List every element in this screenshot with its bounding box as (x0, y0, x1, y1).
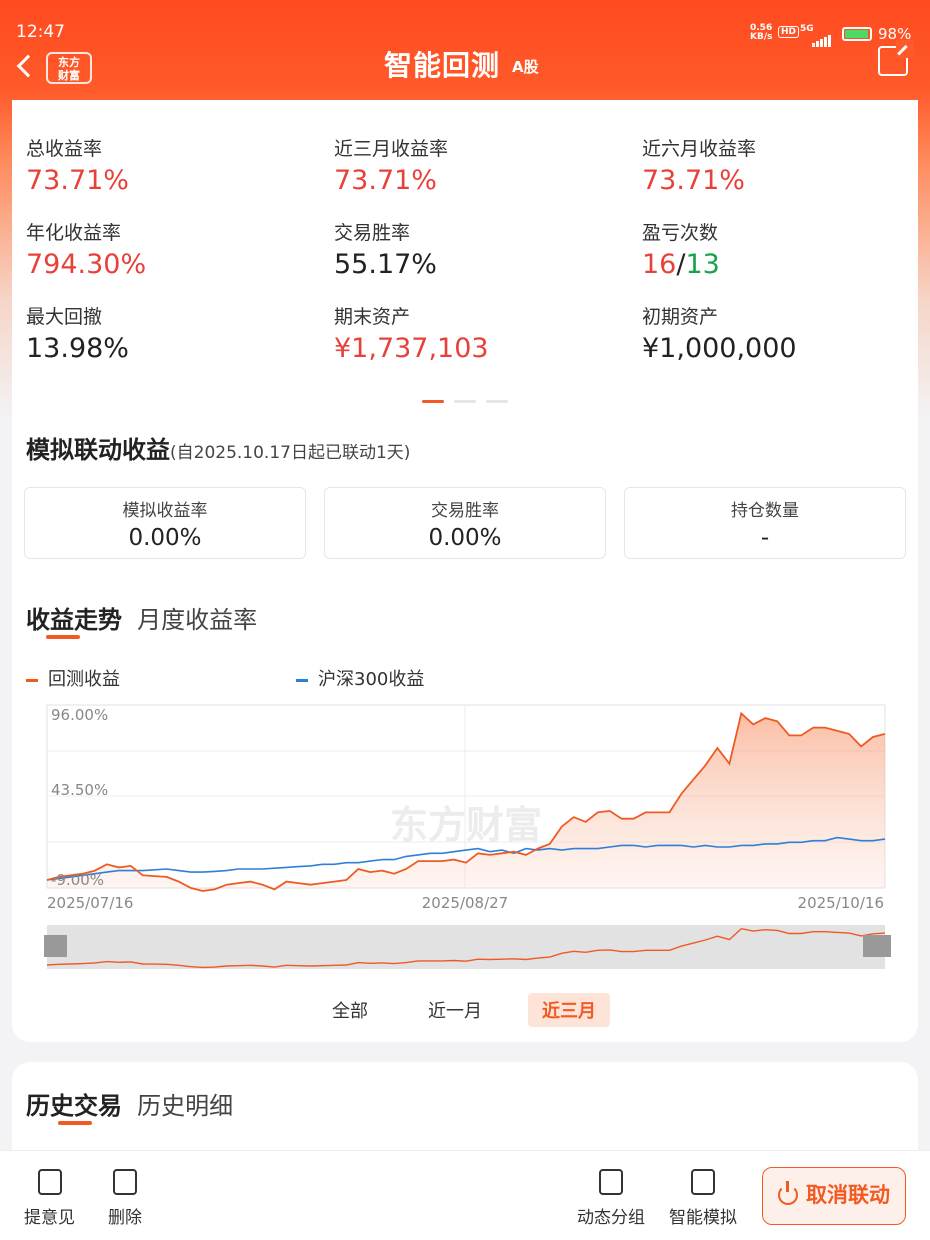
history-tab-underline (58, 1121, 92, 1125)
history-tabs: 历史交易 历史明细 (26, 1086, 243, 1121)
legend-hs300: 沪深300收益 (296, 665, 424, 691)
metric-max-drawdown: 最大回撤 13.98% (26, 306, 129, 364)
chevron-left-icon (16, 54, 40, 78)
return-chart[interactable]: 东方财富 96.00% 43.50% -9.00% 2025/07/16 202… (44, 703, 904, 978)
dynamic-group-button[interactable]: 动态分组 (577, 1169, 645, 1228)
metric-total-return: 总收益率 73.71% (26, 138, 129, 196)
tab-underline (46, 635, 80, 639)
back-button[interactable]: 东方 财富 (16, 48, 92, 88)
y-tick-label: 43.50% (51, 781, 108, 799)
x-tick-label: 2025/08/27 (422, 894, 508, 912)
app-logo: 东方 财富 (46, 52, 92, 84)
metric-initial-assets: 初期资产 ¥1,000,000 (642, 306, 797, 364)
cancel-link-button[interactable]: 取消联动 (762, 1167, 906, 1225)
bottom-toolbar: 提意见 删除 动态分组 智能模拟 取消联动 (0, 1150, 930, 1240)
feedback-button[interactable]: 提意见 (24, 1169, 75, 1228)
metric-6m-return: 近六月收益率 73.71% (642, 138, 757, 196)
status-bar: 12:47 0.56 KB/s HD 5G 98% (0, 0, 930, 47)
hd-icon: HD (778, 26, 800, 38)
chart-watermark: 东方财富 (390, 803, 542, 847)
sim-box-positions: 持仓数量 - (624, 487, 906, 559)
legend-backtest: 回测收益 (26, 665, 120, 691)
metric-win-rate: 交易胜率 55.17% (334, 222, 437, 280)
page-title: 智能回测 (384, 49, 501, 82)
backtest-card: 总收益率 73.71% 近三月收益率 73.71% 近六月收益率 73.71% … (12, 100, 918, 1042)
slider-handle-right[interactable] (863, 935, 891, 957)
power-icon (778, 1181, 798, 1205)
battery-icon (842, 27, 872, 41)
market-tag: A股 (512, 58, 539, 76)
range-slider-window (47, 925, 885, 969)
metric-win-loss-count: 盈亏次数 16/13 (642, 222, 720, 280)
feedback-icon (37, 1169, 62, 1195)
tab-trend[interactable]: 收益走势 (26, 600, 122, 635)
sim-box-return: 模拟收益率 0.00% (24, 487, 306, 559)
range-3m-button[interactable]: 近三月 (528, 993, 610, 1027)
x-tick-label: 2025/10/16 (798, 894, 884, 912)
tab-monthly[interactable]: 月度收益率 (137, 600, 257, 635)
sim-section-title: 模拟联动收益(自2025.10.17日起已联动1天) (26, 436, 411, 464)
slider-handle-left[interactable] (44, 935, 67, 957)
status-time: 12:47 (16, 22, 65, 42)
range-1m-button[interactable]: 近一月 (414, 993, 496, 1027)
smart-simulate-button[interactable]: 智能模拟 (669, 1169, 737, 1228)
simulate-icon (691, 1169, 715, 1195)
title-bar: 东方 财富 智能回测 A股 (0, 40, 930, 100)
delete-button[interactable]: 删除 (108, 1169, 142, 1228)
list-icon (599, 1169, 623, 1195)
metric-annual-return: 年化收益率 794.30% (26, 222, 147, 280)
share-button[interactable] (878, 40, 914, 76)
range-all-button[interactable]: 全部 (318, 993, 382, 1027)
tab-history-trades[interactable]: 历史交易 (26, 1086, 122, 1121)
metric-3m-return: 近三月收益率 73.71% (334, 138, 449, 196)
y-tick-label: 96.00% (51, 706, 108, 724)
trash-icon (113, 1169, 137, 1195)
sim-box-winrate: 交易胜率 0.00% (324, 487, 606, 559)
tab-history-details[interactable]: 历史明细 (137, 1086, 233, 1121)
chart-tabs: 收益走势 月度收益率 (26, 600, 267, 635)
metric-final-assets: 期末资产 ¥1,737,103 (334, 306, 489, 364)
share-icon (896, 40, 914, 58)
y-tick-label: -9.00% (51, 871, 104, 889)
x-tick-label: 2025/07/16 (47, 894, 133, 912)
